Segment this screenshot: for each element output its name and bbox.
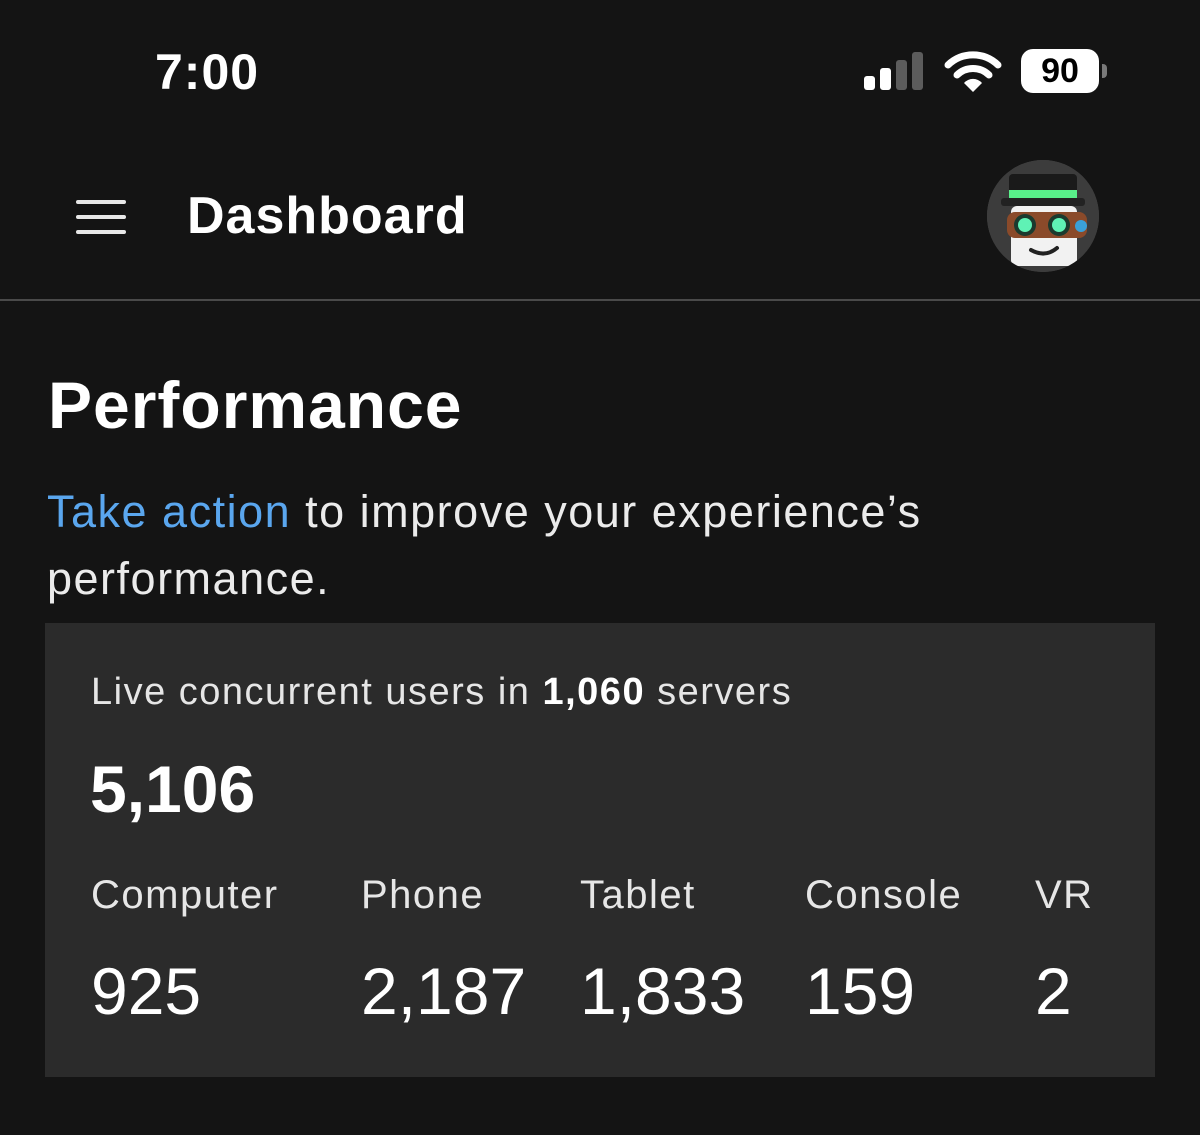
take-action-link[interactable]: Take action: [47, 486, 291, 537]
device-stat-vr: VR 2: [1035, 871, 1094, 1027]
device-label: Tablet: [580, 873, 696, 917]
device-value: 2,187: [361, 954, 527, 1028]
battery-icon: 90: [1021, 49, 1107, 93]
live-users-card: Live concurrent users in 1,060 servers 5…: [45, 623, 1155, 1077]
server-count: 1,060: [542, 671, 646, 713]
ccu-caption: Live concurrent users in 1,060 servers: [91, 669, 792, 715]
header-divider: [0, 299, 1200, 301]
cellular-signal-icon: [864, 52, 923, 90]
dashboard-screen: 7:00 90 Dashboard Performance Take actio…: [0, 0, 1200, 1135]
total-concurrent-users: 5,106: [90, 752, 256, 826]
page-title: Dashboard: [187, 187, 468, 245]
hamburger-menu-icon[interactable]: [70, 192, 132, 242]
device-stat-computer: Computer 925: [91, 871, 279, 1027]
battery-tip: [1102, 64, 1107, 78]
section-title: Performance: [48, 368, 463, 442]
device-value: 1,833: [580, 954, 746, 1028]
status-time: 7:00: [155, 44, 260, 100]
battery-level: 90: [1021, 49, 1099, 93]
avatar-image: [987, 160, 1099, 272]
device-stat-console: Console 159: [805, 871, 962, 1027]
device-label: Phone: [361, 873, 485, 917]
device-label: Computer: [91, 873, 279, 917]
user-avatar-icon[interactable]: [987, 160, 1099, 272]
device-value: 2: [1035, 954, 1072, 1028]
device-label: VR: [1035, 873, 1094, 917]
ccu-caption-suffix: servers: [645, 671, 793, 713]
device-stat-tablet: Tablet 1,833: [580, 871, 745, 1027]
ccu-caption-prefix: Live concurrent users in: [91, 671, 543, 713]
device-value: 925: [91, 954, 202, 1028]
device-label: Console: [805, 873, 963, 917]
device-stat-phone: Phone 2,187: [361, 871, 526, 1027]
wifi-icon: [944, 51, 1002, 92]
performance-description: Take action to improve your experience’s…: [47, 478, 1127, 612]
device-value: 159: [805, 954, 916, 1028]
